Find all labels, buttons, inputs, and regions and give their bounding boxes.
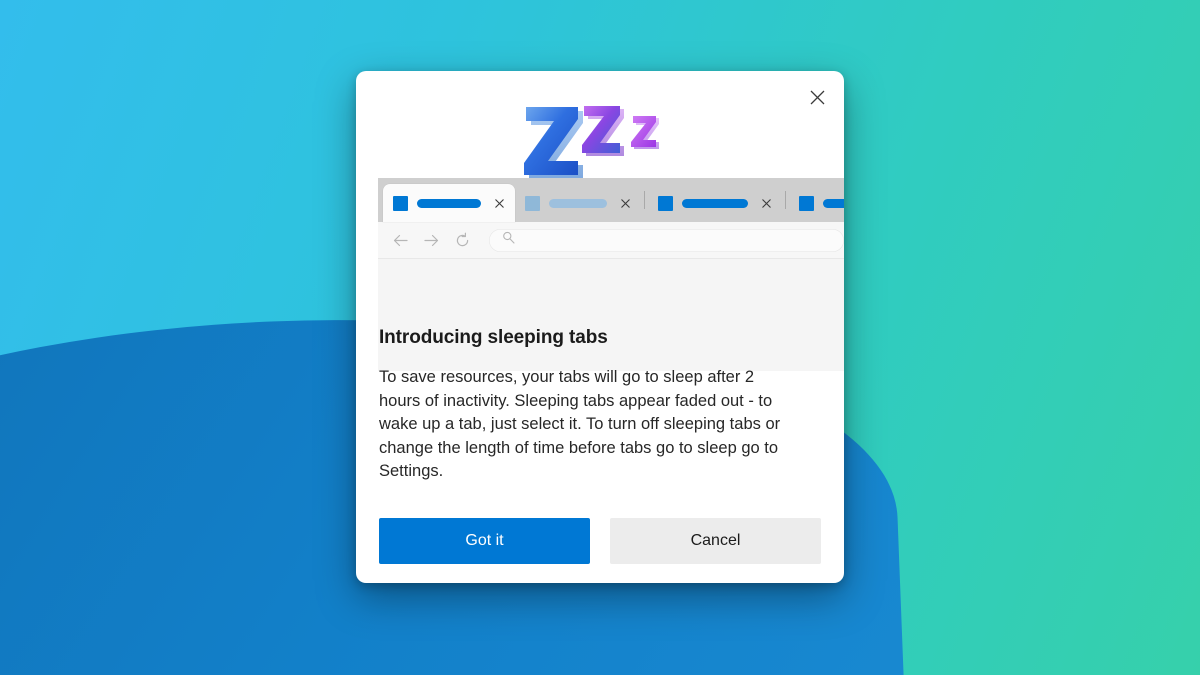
search-icon xyxy=(502,231,515,249)
close-icon[interactable] xyxy=(616,194,635,213)
browser-tab-3[interactable] xyxy=(648,184,782,222)
tab-favicon xyxy=(658,195,673,211)
tab-favicon xyxy=(525,195,540,211)
browser-toolbar xyxy=(378,222,844,259)
tab-title-placeholder xyxy=(823,198,844,208)
got-it-button[interactable]: Got it xyxy=(379,518,590,564)
sleeping-zzz-illustration xyxy=(356,91,844,189)
tab-title-placeholder xyxy=(682,198,748,208)
sleeping-tabs-dialog: Introducing sleeping tabs To save resour… xyxy=(356,71,844,583)
forward-arrow-icon[interactable] xyxy=(418,227,445,254)
browser-tab-2-sleeping[interactable] xyxy=(515,184,641,222)
tab-separator xyxy=(644,191,645,209)
tabstrip xyxy=(378,178,844,222)
tab-favicon xyxy=(799,195,814,211)
tab-title-placeholder xyxy=(417,198,481,208)
back-arrow-icon[interactable] xyxy=(387,227,414,254)
screen: Introducing sleeping tabs To save resour… xyxy=(0,0,1200,675)
browser-tab-4[interactable] xyxy=(789,184,844,222)
page-title: Introducing sleeping tabs xyxy=(379,327,608,348)
tab-separator xyxy=(785,191,786,209)
reload-icon[interactable] xyxy=(449,227,476,254)
cancel-button[interactable]: Cancel xyxy=(610,518,821,564)
tab-title-placeholder xyxy=(549,198,607,208)
address-bar[interactable] xyxy=(489,228,844,252)
close-icon[interactable] xyxy=(757,194,776,213)
dialog-button-row: Got it Cancel xyxy=(379,518,821,564)
browser-tab-1[interactable] xyxy=(383,184,515,222)
tab-favicon xyxy=(393,195,408,211)
dialog-body-text: To save resources, your tabs will go to … xyxy=(379,368,781,481)
close-icon[interactable] xyxy=(490,194,509,213)
browser-page-content xyxy=(378,259,844,371)
